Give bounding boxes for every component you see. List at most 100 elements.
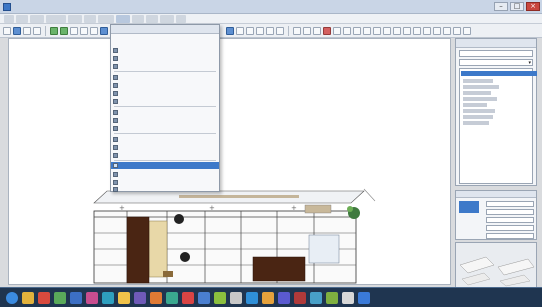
menu-row[interactable]	[113, 63, 217, 69]
new-icon[interactable]	[3, 26, 11, 35]
app-icon[interactable]	[342, 291, 354, 304]
text-icon[interactable]	[303, 26, 311, 35]
app-icon[interactable]	[214, 291, 226, 304]
app-icon[interactable]	[262, 291, 274, 304]
app-icon[interactable]	[166, 291, 178, 304]
wall-icon[interactable]	[236, 26, 244, 35]
menu-item[interactable]	[68, 14, 82, 23]
drawing-canvas[interactable]: + + +	[8, 38, 451, 285]
media-icon[interactable]	[54, 291, 66, 304]
library-item-selected[interactable]	[461, 71, 537, 76]
menu-item[interactable]	[116, 14, 130, 23]
menu-item[interactable]	[98, 14, 114, 23]
menu-item[interactable]	[16, 14, 28, 23]
library-item[interactable]	[463, 115, 493, 119]
app-icon[interactable]	[102, 291, 114, 304]
browser-icon[interactable]	[38, 291, 50, 304]
door-icon[interactable]	[246, 26, 254, 35]
tool-icon[interactable]	[403, 26, 411, 35]
library-item[interactable]	[463, 91, 491, 95]
tool-icon[interactable]	[353, 26, 361, 35]
app-icon[interactable]	[278, 291, 290, 304]
property-field[interactable]	[486, 225, 534, 231]
property-field[interactable]	[486, 201, 534, 207]
menu-item[interactable]	[30, 14, 44, 23]
save-icon[interactable]	[23, 26, 31, 35]
menu-item[interactable]	[46, 14, 66, 23]
menu-item[interactable]	[176, 14, 186, 23]
open-icon[interactable]	[13, 26, 21, 35]
tool-icon[interactable]	[423, 26, 431, 35]
tool-icon[interactable]	[453, 26, 461, 35]
mail-icon[interactable]	[70, 291, 82, 304]
close-button[interactable]: ×	[526, 2, 540, 11]
stairs-icon[interactable]	[266, 26, 274, 35]
library-item[interactable]	[463, 97, 497, 101]
tool-icon[interactable]	[443, 26, 451, 35]
cut-icon[interactable]	[70, 26, 78, 35]
undo-icon[interactable]	[50, 26, 58, 35]
dimension-icon[interactable]	[293, 26, 301, 35]
menu-row-selected[interactable]	[111, 162, 219, 169]
library-item[interactable]	[463, 85, 499, 89]
tool-icon[interactable]	[373, 26, 381, 35]
tool-icon[interactable]	[433, 26, 441, 35]
menu-row[interactable]	[113, 125, 217, 131]
menu-item[interactable]	[146, 14, 158, 23]
menu-item[interactable]	[84, 14, 96, 23]
render-icon[interactable]	[323, 26, 331, 35]
menu-row[interactable]	[113, 82, 217, 88]
menu-row[interactable]	[113, 117, 217, 123]
app-icon[interactable]	[310, 291, 322, 304]
menu-item[interactable]	[132, 14, 144, 23]
menu-row[interactable]	[113, 90, 217, 96]
menu-row[interactable]	[113, 152, 217, 158]
room-icon[interactable]	[276, 26, 284, 35]
library-list[interactable]	[459, 68, 537, 184]
app-icon[interactable]	[86, 291, 98, 304]
menu-item[interactable]	[4, 14, 14, 23]
app-icon[interactable]	[118, 291, 130, 304]
menu-row[interactable]	[113, 74, 217, 80]
minimize-button[interactable]: –	[494, 2, 508, 11]
menu-row[interactable]	[113, 98, 217, 104]
library-search-input[interactable]	[459, 50, 533, 57]
app-icon[interactable]	[198, 291, 210, 304]
tool-icon[interactable]	[413, 26, 421, 35]
menu-row[interactable]	[113, 171, 217, 177]
property-field[interactable]	[486, 217, 534, 223]
maximize-button[interactable]: □	[510, 2, 524, 11]
app-icon[interactable]	[294, 291, 306, 304]
window-icon[interactable]	[256, 26, 264, 35]
properties-tab-selected[interactable]	[459, 201, 479, 213]
explorer-icon[interactable]	[22, 291, 34, 304]
menu-row[interactable]	[113, 144, 217, 150]
tool-icon[interactable]	[393, 26, 401, 35]
app-icon[interactable]	[150, 291, 162, 304]
app-icon[interactable]	[182, 291, 194, 304]
menu-row[interactable]	[113, 186, 217, 192]
print-icon[interactable]	[33, 26, 41, 35]
app-icon[interactable]	[134, 291, 146, 304]
library-item[interactable]	[463, 121, 489, 125]
library-category-select[interactable]: ▾	[459, 59, 533, 66]
redo-icon[interactable]	[60, 26, 68, 35]
menu-item[interactable]	[160, 14, 174, 23]
app-icon[interactable]	[230, 291, 242, 304]
tool-icon[interactable]	[463, 26, 471, 35]
tool-icon[interactable]	[363, 26, 371, 35]
library-item[interactable]	[463, 103, 487, 107]
tool-icon[interactable]	[383, 26, 391, 35]
menu-row[interactable]	[113, 109, 217, 115]
library-item[interactable]	[463, 79, 493, 83]
start-icon[interactable]	[6, 291, 18, 304]
menu-row[interactable]	[113, 136, 217, 142]
menu-row[interactable]	[113, 179, 217, 185]
menu-row[interactable]	[113, 47, 217, 53]
zoom-icon[interactable]	[100, 26, 108, 35]
library-icon[interactable]	[333, 26, 341, 35]
library-item[interactable]	[463, 109, 495, 113]
select-icon[interactable]	[226, 26, 234, 35]
paste-icon[interactable]	[90, 26, 98, 35]
menu-row[interactable]	[113, 55, 217, 61]
